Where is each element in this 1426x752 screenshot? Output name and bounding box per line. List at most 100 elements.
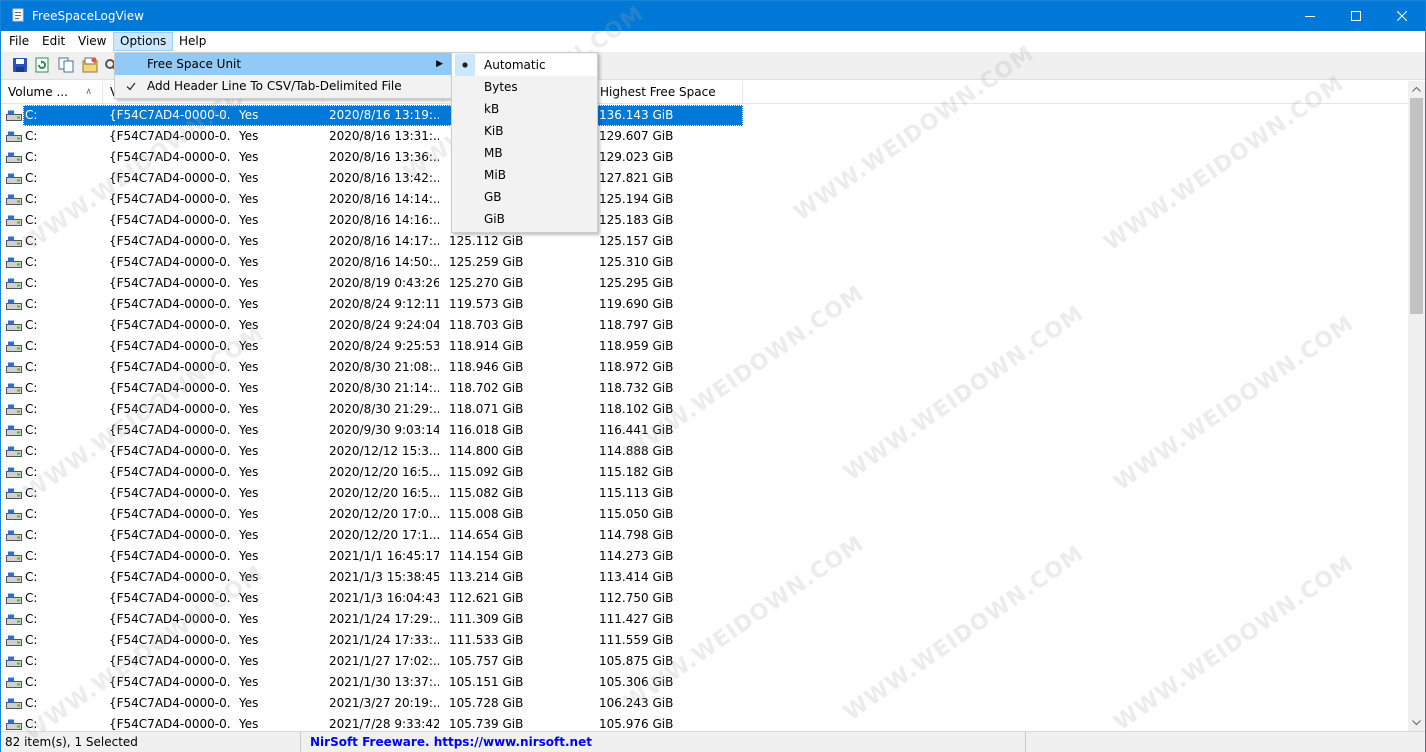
drive-icon — [6, 362, 22, 373]
cell-high: 118.972 GiB — [599, 360, 674, 374]
cell-guid: {F54C7AD4-0000-0... — [109, 276, 231, 290]
table-row[interactable]: C: {F54C7AD4-0000-0... Yes 2020/8/16 13:31:… — [1, 126, 1408, 147]
cell-high: 105.875 GiB — [599, 654, 674, 668]
cell-time: 2021/1/27 17:02:... — [329, 654, 439, 668]
unit-item-automatic[interactable]: Automatic — [452, 54, 597, 76]
cell-vol: C: — [25, 528, 38, 542]
cell-high: 113.414 GiB — [599, 570, 674, 584]
unit-item-mib[interactable]: MiB — [452, 164, 597, 186]
table-row[interactable]: C: {F54C7AD4-0000-0... Yes 2020/9/30 9:03:1… — [1, 420, 1408, 441]
unit-item-mb[interactable]: MB — [452, 142, 597, 164]
cell-flag: Yes — [239, 654, 259, 668]
refresh-icon[interactable] — [33, 56, 51, 74]
table-row[interactable]: C: {F54C7AD4-0000-0... Yes 2021/1/3 15:38:4… — [1, 567, 1408, 588]
table-row[interactable]: C: {F54C7AD4-0000-0... Yes 2020/8/16 14:16:… — [1, 210, 1408, 231]
table-row[interactable]: C: {F54C7AD4-0000-0... Yes 2021/7/28 9:33:4… — [1, 714, 1408, 731]
scroll-up-icon[interactable] — [1412, 86, 1421, 92]
vertical-scrollbar[interactable] — [1408, 81, 1425, 731]
cell-high: 127.821 GiB — [599, 171, 674, 185]
table-row[interactable]: C: {F54C7AD4-0000-0... Yes 2020/12/12 15:3.… — [1, 441, 1408, 462]
cell-high: 112.750 GiB — [599, 591, 674, 605]
cell-high: 125.183 GiB — [599, 213, 674, 227]
cell-time: 2020/8/24 9:25:53 — [329, 339, 439, 353]
options-menu: Free Space Unit ▶ Add Header Line To CSV… — [114, 52, 452, 99]
scroll-down-icon[interactable] — [1412, 720, 1421, 726]
cell-flag: Yes — [239, 192, 259, 206]
table-row[interactable]: C: {F54C7AD4-0000-0... Yes 2020/8/24 9:25:5… — [1, 336, 1408, 357]
menu-help[interactable]: Help — [173, 32, 212, 51]
cell-time: 2020/8/16 13:31:... — [329, 129, 439, 143]
table-row[interactable]: C: {F54C7AD4-0000-0... Yes 2020/8/24 9:12:1… — [1, 294, 1408, 315]
unit-item-bytes[interactable]: Bytes — [452, 76, 597, 98]
column-volume[interactable]: Volume ... ∧ — [1, 81, 103, 104]
cell-time: 2021/1/1 16:45:17 — [329, 549, 439, 563]
drive-icon — [6, 656, 22, 667]
drive-icon — [6, 698, 22, 709]
cell-guid: {F54C7AD4-0000-0... — [109, 528, 231, 542]
cell-guid: {F54C7AD4-0000-0... — [109, 150, 231, 164]
title-bar[interactable]: FreeSpaceLogView — [1, 1, 1425, 31]
menu-options[interactable]: Options — [113, 32, 174, 51]
menu-item-add-header-line[interactable]: Add Header Line To CSV/Tab-Delimited Fil… — [115, 75, 451, 97]
cell-guid: {F54C7AD4-0000-0... — [109, 486, 231, 500]
table-row[interactable]: C: {F54C7AD4-0000-0... Yes 2020/8/16 13:36:… — [1, 147, 1408, 168]
properties-icon[interactable] — [81, 56, 99, 74]
cell-guid: {F54C7AD4-0000-0... — [109, 465, 231, 479]
cell-free: 114.654 GiB — [449, 528, 524, 542]
column-highest-free-space[interactable]: Highest Free Space — [593, 81, 743, 104]
table-row[interactable]: C: {F54C7AD4-0000-0... Yes 2020/8/24 9:24:0… — [1, 315, 1408, 336]
cell-high: 114.888 GiB — [599, 444, 674, 458]
table-row[interactable]: C: {F54C7AD4-0000-0... Yes 2020/12/20 16:5.… — [1, 462, 1408, 483]
table-row[interactable]: C: {F54C7AD4-0000-0... Yes 2021/3/27 20:19:… — [1, 693, 1408, 714]
table-row[interactable]: C: {F54C7AD4-0000-0... Yes 2020/12/20 17:0.… — [1, 504, 1408, 525]
nirsoft-link[interactable]: NirSoft Freeware. https://www.nirsoft.ne… — [306, 732, 1026, 752]
cell-high: 125.295 GiB — [599, 276, 674, 290]
table-row[interactable]: C: {F54C7AD4-0000-0... Yes 2021/1/30 13:37:… — [1, 672, 1408, 693]
menu-edit[interactable]: Edit — [36, 32, 71, 51]
unit-item-gib[interactable]: GiB — [452, 208, 597, 230]
table-row[interactable]: C: {F54C7AD4-0000-0... Yes 2020/8/16 13:42:… — [1, 168, 1408, 189]
table-row[interactable]: C: {F54C7AD4-0000-0... Yes 2020/8/16 13:19:… — [1, 105, 1408, 126]
cell-time: 2020/12/20 17:0... — [329, 507, 439, 521]
cell-time: 2020/8/30 21:14:... — [329, 381, 439, 395]
unit-item-kib[interactable]: KiB — [452, 120, 597, 142]
minimize-button[interactable] — [1287, 1, 1333, 31]
log-list[interactable]: Volume ... ∧ V Highest Free Space C:{F54… — [1, 81, 1425, 731]
table-row[interactable]: C: {F54C7AD4-0000-0... Yes 2021/1/1 16:45:1… — [1, 546, 1408, 567]
table-row[interactable]: C: {F54C7AD4-0000-0... Yes 2020/8/16 14:14:… — [1, 189, 1408, 210]
table-row[interactable]: C: {F54C7AD4-0000-0... Yes 2020/8/19 0:43:2… — [1, 273, 1408, 294]
menu-file[interactable]: File — [3, 32, 35, 51]
table-row[interactable]: C: {F54C7AD4-0000-0... Yes 2020/8/30 21:08:… — [1, 357, 1408, 378]
save-icon[interactable] — [11, 56, 29, 74]
unit-item-kb[interactable]: kB — [452, 98, 597, 120]
copy-icon[interactable] — [57, 56, 75, 74]
table-row[interactable]: C: {F54C7AD4-0000-0... Yes 2020/12/20 16:5.… — [1, 483, 1408, 504]
menu-item-free-space-unit[interactable]: Free Space Unit ▶ — [115, 53, 451, 75]
table-row[interactable]: C: {F54C7AD4-0000-0... Yes 2020/8/30 21:14:… — [1, 378, 1408, 399]
table-row[interactable]: C: {F54C7AD4-0000-0... Yes 2021/1/24 17:29:… — [1, 609, 1408, 630]
drive-icon — [6, 446, 22, 457]
table-row[interactable]: C: {F54C7AD4-0000-0... Yes 2020/8/16 14:50:… — [1, 252, 1408, 273]
close-button[interactable] — [1379, 1, 1425, 31]
status-bar: 82 item(s), 1 Selected NirSoft Freeware.… — [1, 731, 1425, 752]
table-row[interactable]: C: {F54C7AD4-0000-0... Yes 2020/8/16 14:17:… — [1, 231, 1408, 252]
scrollbar-thumb[interactable] — [1410, 98, 1423, 314]
table-row[interactable]: C: {F54C7AD4-0000-0... Yes 2021/1/24 17:33:… — [1, 630, 1408, 651]
table-row[interactable]: C: {F54C7AD4-0000-0... Yes 2020/12/20 17:1.… — [1, 525, 1408, 546]
menu-view[interactable]: View — [72, 32, 112, 51]
unit-item-gb[interactable]: GB — [452, 186, 597, 208]
cell-flag: Yes — [239, 549, 259, 563]
drive-icon — [6, 677, 22, 688]
cell-high: 111.559 GiB — [599, 633, 674, 647]
cell-time: 2020/12/20 16:5... — [329, 486, 439, 500]
cell-free: 125.112 GiB — [449, 234, 524, 248]
cell-guid: {F54C7AD4-0000-0... — [109, 654, 231, 668]
table-row[interactable]: C: {F54C7AD4-0000-0... Yes 2021/1/3 16:04:4… — [1, 588, 1408, 609]
cell-vol: C: — [25, 171, 38, 185]
cell-high: 114.273 GiB — [599, 549, 674, 563]
drive-icon — [6, 404, 22, 415]
cell-time: 2020/8/16 14:14:... — [329, 192, 439, 206]
table-row[interactable]: C: {F54C7AD4-0000-0... Yes 2020/8/30 21:29:… — [1, 399, 1408, 420]
maximize-button[interactable] — [1333, 1, 1379, 31]
table-row[interactable]: C: {F54C7AD4-0000-0... Yes 2021/1/27 17:02:… — [1, 651, 1408, 672]
